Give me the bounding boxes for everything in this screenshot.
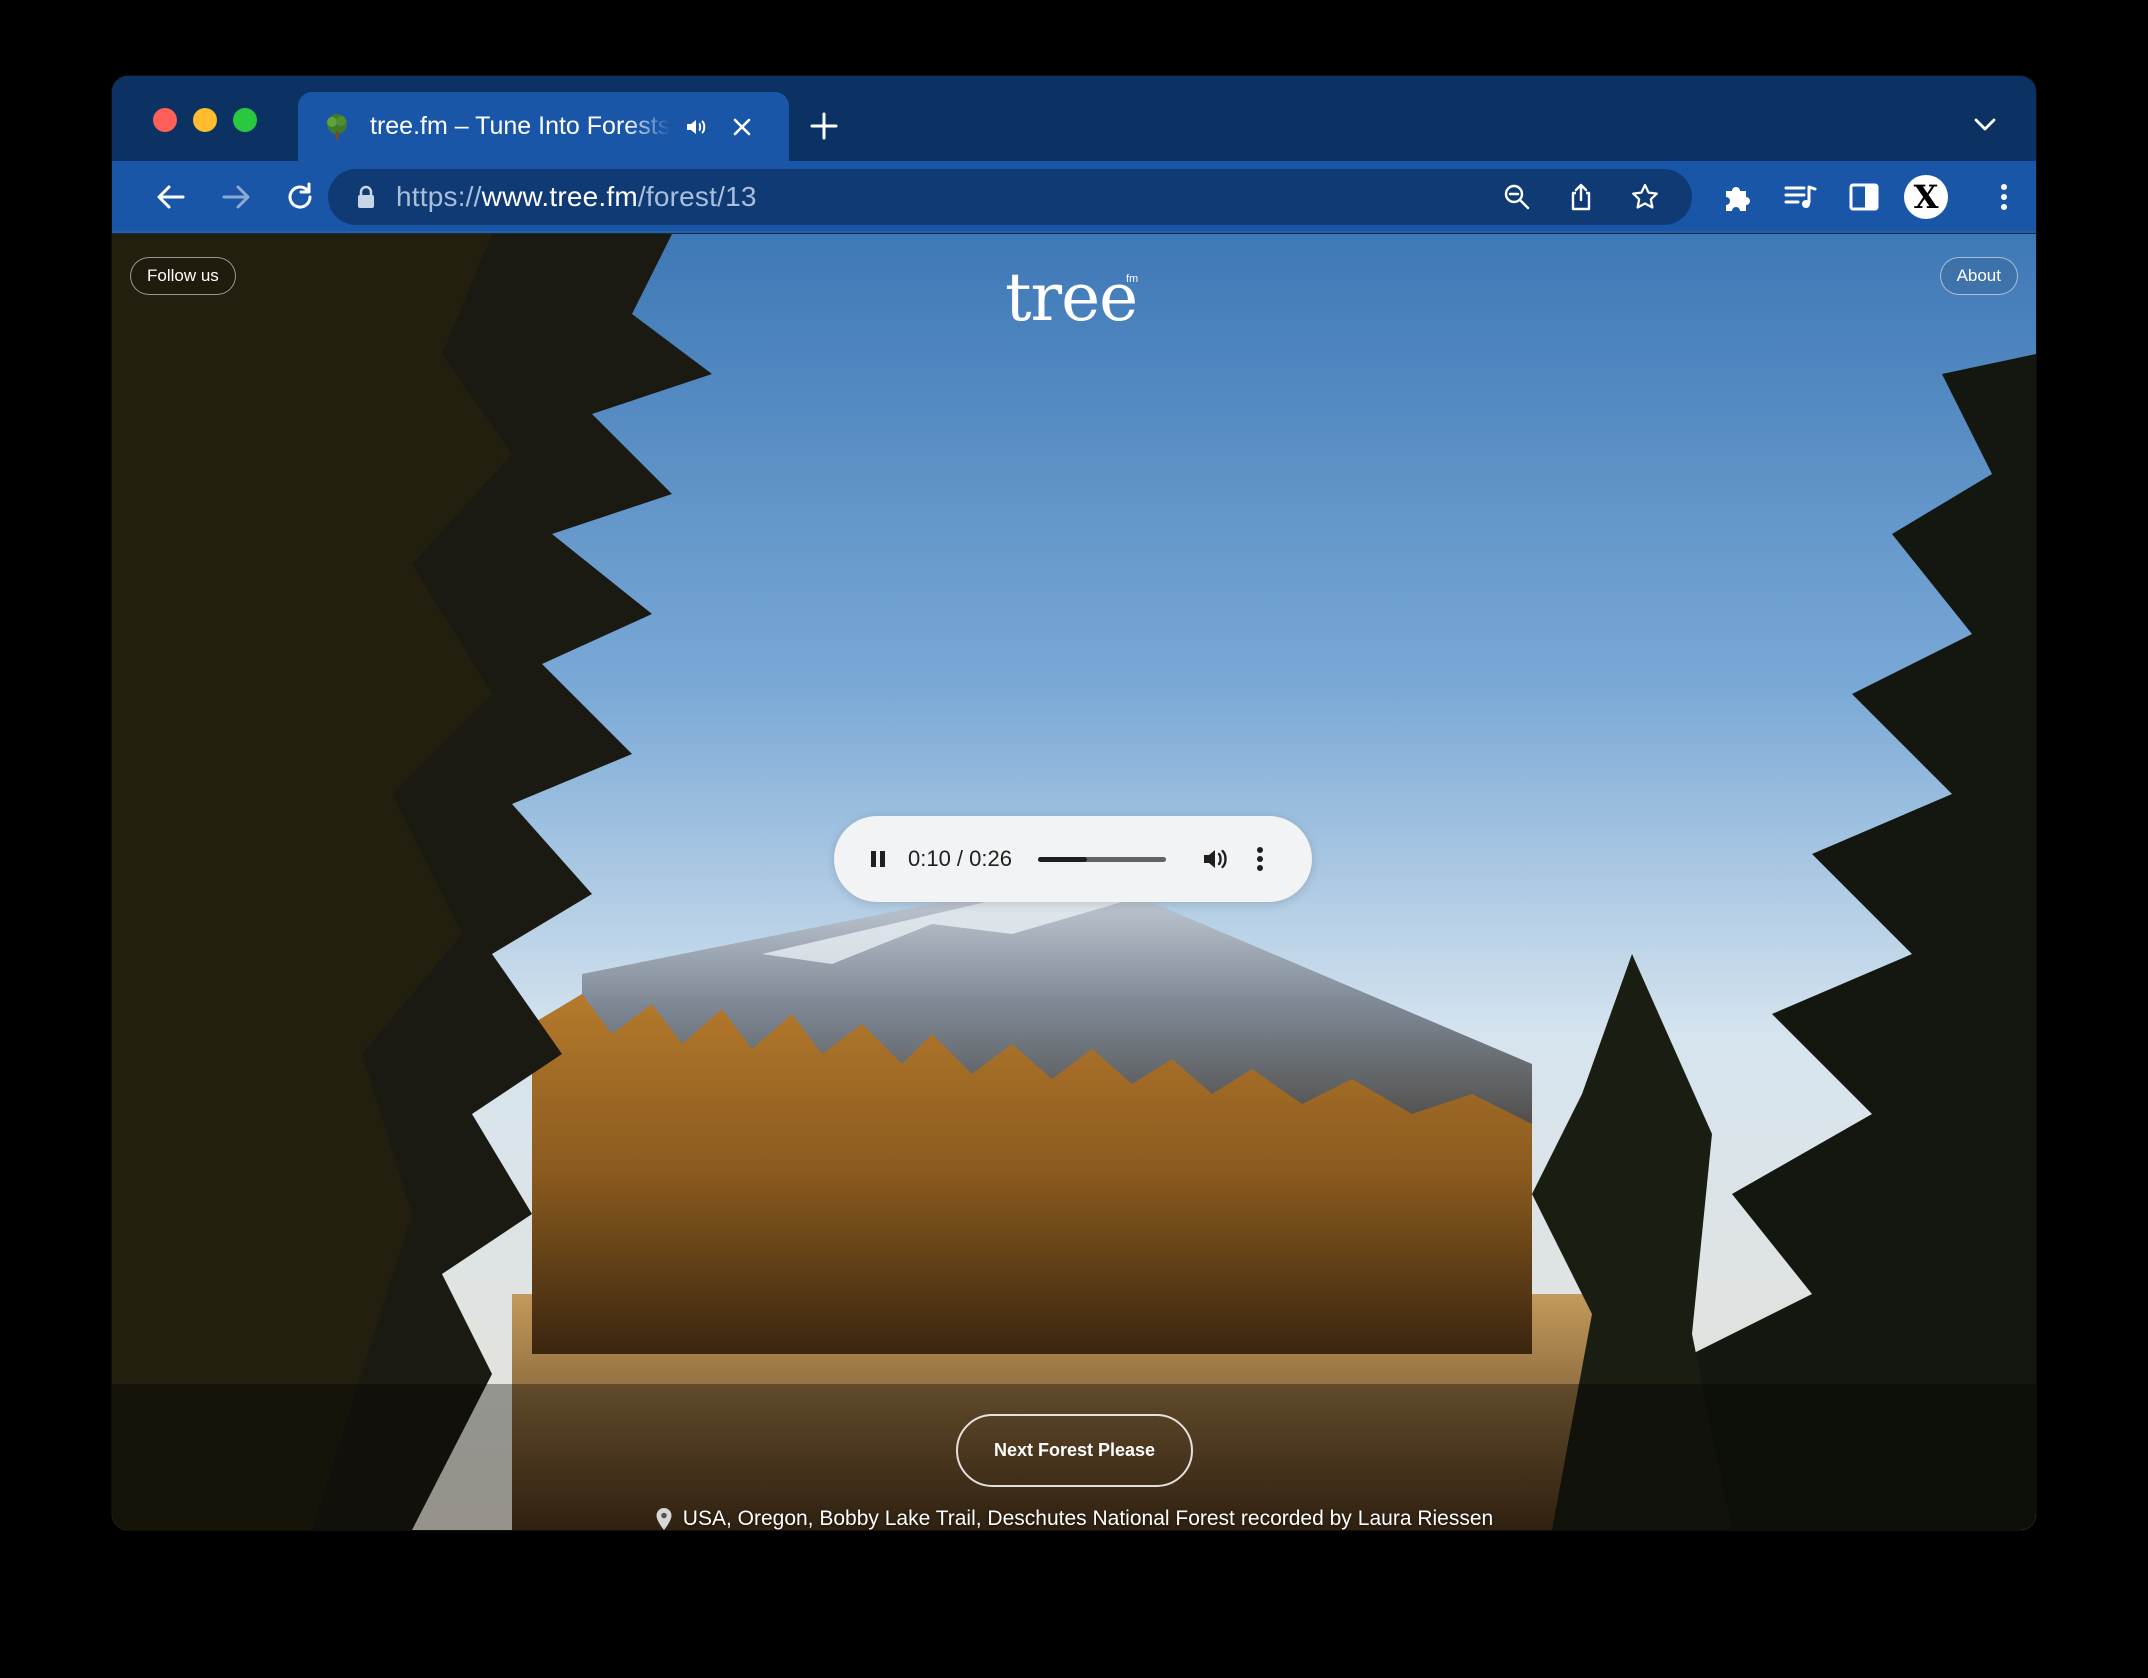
puzzle-icon[interactable] xyxy=(1718,179,1754,215)
close-window-button[interactable] xyxy=(153,108,177,132)
page-viewport: Follow us About tree fm 0:10 / 0:26 Next… xyxy=(112,234,2036,1530)
star-icon[interactable] xyxy=(1630,182,1660,212)
audio-player: 0:10 / 0:26 xyxy=(834,816,1312,902)
next-forest-button[interactable]: Next Forest Please xyxy=(956,1414,1193,1487)
address-bar[interactable]: https://www.tree.fm/forest/13 xyxy=(328,169,1692,225)
lock-icon[interactable] xyxy=(356,185,376,209)
browser-tab[interactable]: tree.fm – Tune Into Forests xyxy=(298,92,789,161)
recording-author[interactable]: Laura Riessen xyxy=(1358,1507,1493,1530)
share-icon[interactable] xyxy=(1566,182,1596,212)
volume-icon[interactable] xyxy=(1200,844,1230,874)
site-logo[interactable]: tree xyxy=(1005,265,1138,331)
progress-fill xyxy=(1037,856,1088,862)
media-queue-icon[interactable] xyxy=(1782,179,1818,215)
speaker-icon[interactable] xyxy=(684,115,708,139)
minimize-window-button[interactable] xyxy=(193,108,217,132)
pause-icon[interactable] xyxy=(864,845,892,873)
url-scheme: https:// xyxy=(396,181,482,212)
window-controls xyxy=(153,108,257,132)
forward-arrow-icon[interactable] xyxy=(218,179,254,215)
profile-avatar[interactable]: X xyxy=(1904,175,1948,219)
playback-time: 0:10 / 0:26 xyxy=(908,846,1012,871)
url-path: /forest/13 xyxy=(637,181,757,212)
plus-icon[interactable] xyxy=(807,109,841,143)
reload-icon[interactable] xyxy=(282,179,318,215)
recording-credit: USA, Oregon, Bobby Lake Trail, Deschutes… xyxy=(632,1502,1516,1530)
recorded-by-label: recorded by xyxy=(1240,1507,1352,1530)
side-panel-icon[interactable] xyxy=(1846,179,1882,215)
tab-strip: tree.fm – Tune Into Forests xyxy=(112,76,2036,161)
player-menu-icon[interactable] xyxy=(1256,846,1264,872)
kebab-menu-icon[interactable] xyxy=(1986,179,2022,215)
tree-icon xyxy=(327,113,347,140)
tab-title: tree.fm – Tune Into Forests xyxy=(370,112,670,140)
close-icon[interactable] xyxy=(730,115,754,139)
url-host: www.tree.fm xyxy=(481,181,638,212)
logo-superscript: fm xyxy=(1126,273,1139,285)
progress-bar[interactable] xyxy=(1037,856,1166,862)
zoom-icon[interactable] xyxy=(1502,182,1532,212)
url-text[interactable]: https://www.tree.fm/forest/13 xyxy=(396,181,757,213)
follow-us-button[interactable]: Follow us xyxy=(130,257,236,295)
maximize-window-button[interactable] xyxy=(233,108,257,132)
location-pin-icon xyxy=(656,1508,672,1530)
chevron-down-icon[interactable] xyxy=(1972,114,1998,134)
browser-window: tree.fm – Tune Into Forests https://www.… xyxy=(112,76,2036,1530)
browser-toolbar: https://www.tree.fm/forest/13 X xyxy=(112,161,2036,233)
about-button[interactable]: About xyxy=(1939,257,2018,295)
back-arrow-icon[interactable] xyxy=(153,179,189,215)
recording-location: USA, Oregon, Bobby Lake Trail, Deschutes… xyxy=(682,1507,1235,1530)
